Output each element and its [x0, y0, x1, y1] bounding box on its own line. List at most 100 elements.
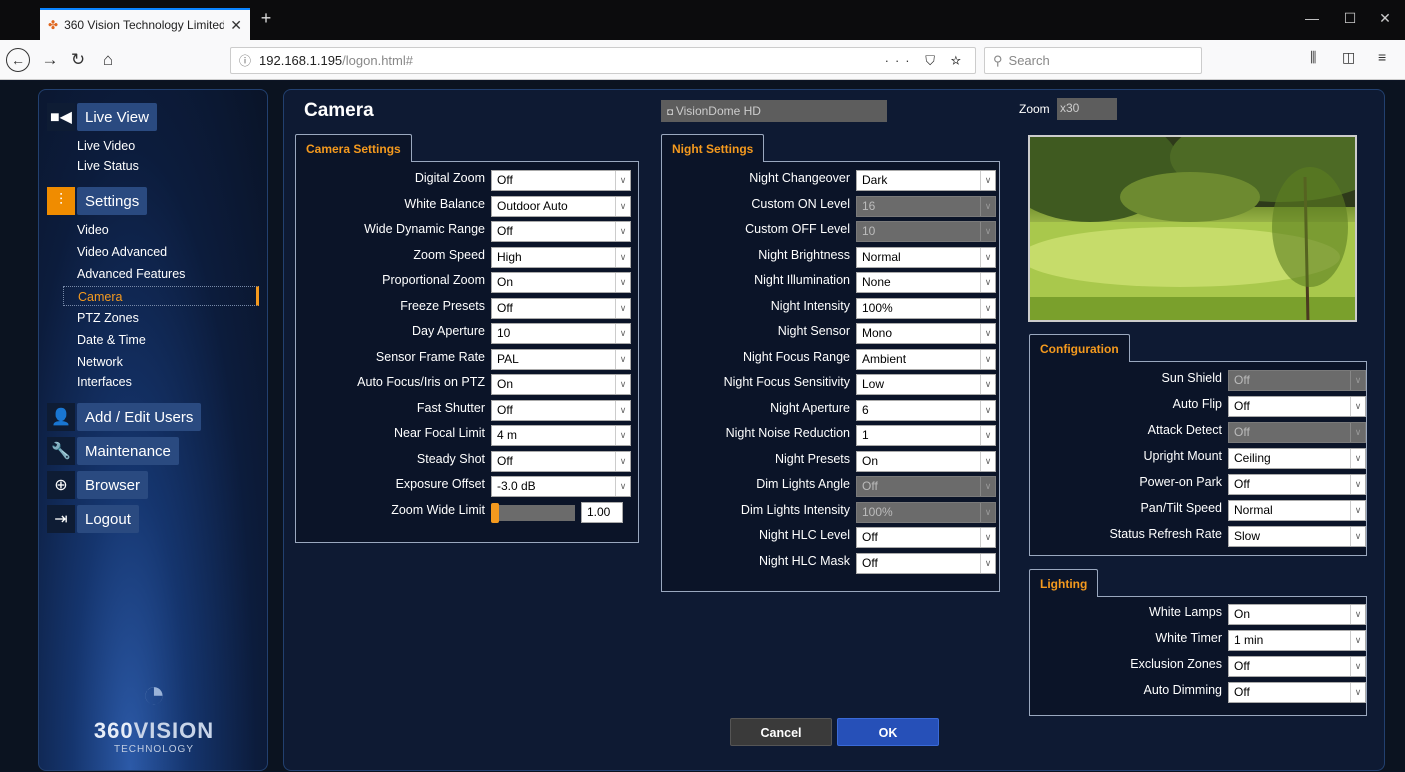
auto-flip-select[interactable]: Off ∨	[1228, 396, 1366, 417]
night-changeover-select[interactable]: Dark ∨	[856, 170, 996, 191]
library-icon[interactable]: ⫼	[1310, 49, 1316, 66]
nav-label: Live View	[77, 103, 157, 131]
cancel-button[interactable]: Cancel	[730, 718, 832, 746]
night-focus-range-select[interactable]: Ambient ∨	[856, 348, 996, 370]
nav-maintenance[interactable]: 🔧 Maintenance	[47, 436, 179, 466]
night-hlc-level-label: Night HLC Level	[758, 528, 850, 542]
logout-icon: ⇥	[47, 505, 75, 533]
select-value: 1 min	[1234, 633, 1264, 647]
nav-settings[interactable]: ⫶ Settings	[47, 186, 148, 216]
auto-focus-iris-on-ptz-select[interactable]: On ∨	[491, 374, 631, 395]
wide-dynamic-range-select[interactable]: Off ∨	[491, 221, 631, 242]
night-intensity-select[interactable]: 100% ∨	[856, 297, 996, 319]
tab-configuration[interactable]: Configuration	[1029, 334, 1130, 362]
zoom-wide-limit-slider[interactable]	[491, 502, 575, 523]
back-icon[interactable]: ←	[6, 48, 30, 72]
night-presets-select[interactable]: On ∨	[856, 450, 996, 472]
select-value: On	[497, 377, 514, 391]
sidebar-item-advanced-features[interactable]: Advanced Features	[77, 264, 185, 284]
tab-lighting[interactable]: Lighting	[1029, 569, 1099, 597]
form-row: Exclusion Zones Off ∨	[1030, 654, 1366, 678]
forward-icon[interactable]: →	[38, 48, 62, 72]
nav-live-view[interactable]: ■◀ Live View	[47, 102, 157, 132]
tab-night-settings[interactable]: Night Settings	[661, 134, 765, 162]
night-hlc-mask-select[interactable]: Off ∨	[856, 552, 996, 574]
select-value: On	[862, 453, 879, 468]
night-hlc-level-select[interactable]: Off ∨	[856, 527, 996, 548]
maximize-icon[interactable]: ☐	[1335, 10, 1365, 27]
select-value: None	[862, 275, 891, 289]
sun-shield-select: Off ∨	[1228, 370, 1366, 391]
sidebar-item-camera[interactable]: Camera	[63, 286, 259, 306]
exclusion-zones-select[interactable]: Off ∨	[1228, 656, 1366, 677]
power-on-park-select[interactable]: Off ∨	[1228, 474, 1366, 495]
reload-icon[interactable]: ↻	[66, 48, 90, 72]
zoom-wide-limit-value[interactable]: 1.00	[581, 501, 623, 523]
pan-tilt-speed-label: Pan/Tilt Speed	[1140, 501, 1222, 515]
status-refresh-rate-select[interactable]: Slow ∨	[1228, 526, 1366, 547]
white-timer-select[interactable]: 1 min ∨	[1228, 630, 1366, 651]
proportional-zoom-select[interactable]: On ∨	[491, 272, 631, 293]
sidebar-item-live-video[interactable]: Live Video	[77, 136, 135, 156]
sidebar-item-live-status[interactable]: Live Status	[77, 156, 139, 176]
night-aperture-label: Night Aperture	[770, 400, 850, 415]
home-icon[interactable]: ⌂	[96, 48, 120, 72]
fast-shutter-select[interactable]: Off ∨	[491, 399, 631, 421]
night-illumination-select[interactable]: None ∨	[856, 272, 996, 293]
sidebar-item-video[interactable]: Video	[77, 220, 109, 240]
near-focal-limit-select[interactable]: 4 m ∨	[491, 425, 631, 446]
white-balance-label: White Balance	[404, 196, 485, 211]
tab-camera-settings[interactable]: Camera Settings	[295, 134, 412, 162]
nav-add-edit-users[interactable]: 👤 Add / Edit Users	[47, 402, 202, 432]
custom-off-level-select: 10 ∨	[856, 221, 996, 242]
form-row: Night Sensor Mono ∨	[662, 321, 999, 345]
select-value: Off	[497, 402, 513, 417]
close-tab-icon[interactable]: ✕	[230, 17, 242, 34]
night-focus-sensitivity-select[interactable]: Low ∨	[856, 374, 996, 395]
pan-tilt-speed-select[interactable]: Normal ∨	[1228, 500, 1366, 521]
digital-zoom-select[interactable]: Off ∨	[491, 170, 631, 191]
close-window-icon[interactable]: ✕	[1370, 10, 1400, 27]
ok-button[interactable]: OK	[837, 718, 939, 746]
upright-mount-select[interactable]: Ceiling ∨	[1228, 448, 1366, 469]
form-row: Wide Dynamic Range Off ∨	[296, 219, 638, 243]
chevron-down-icon: ∨	[980, 196, 995, 216]
chevron-down-icon: ∨	[1350, 449, 1365, 468]
night-aperture-select[interactable]: 6 ∨	[856, 399, 996, 421]
sidebar-item-video-advanced[interactable]: Video Advanced	[77, 242, 167, 262]
sidebar-item-date-time[interactable]: Date & Time	[77, 330, 146, 350]
sidebar-item-network[interactable]: Network	[77, 352, 123, 372]
search-input[interactable]: ⚲ Search	[984, 47, 1202, 74]
nav-browser[interactable]: ⊕ Browser	[47, 470, 149, 500]
white-balance-select[interactable]: Outdoor Auto ∨	[491, 195, 631, 217]
auto-dimming-select[interactable]: Off ∨	[1228, 682, 1366, 703]
info-icon[interactable]: ⓘ	[239, 52, 251, 69]
browser-tab[interactable]: ✤ 360 Vision Technology Limited ✕	[40, 8, 250, 40]
night-sensor-select[interactable]: Mono ∨	[856, 323, 996, 344]
slider-handle[interactable]	[491, 502, 499, 523]
minimize-icon[interactable]: —	[1297, 10, 1327, 26]
page-actions-icon[interactable]: ··· ⛉ ☆	[885, 53, 967, 69]
url-bar[interactable]: ⓘ 192.168.1.195/logon.html# ··· ⛉ ☆	[230, 47, 976, 74]
new-tab-icon[interactable]: +	[256, 8, 276, 29]
chevron-down-icon: ∨	[615, 222, 630, 241]
sidebar-item-ptz-zones[interactable]: PTZ Zones	[77, 308, 139, 328]
freeze-presets-select[interactable]: Off ∨	[491, 297, 631, 319]
night-noise-reduction-select[interactable]: 1 ∨	[856, 425, 996, 446]
zoom-speed-select[interactable]: High ∨	[491, 246, 631, 268]
sidebar-item-interfaces[interactable]: Interfaces	[77, 372, 132, 392]
day-aperture-select[interactable]: 10 ∨	[491, 323, 631, 344]
night-noise-reduction-label: Night Noise Reduction	[725, 426, 850, 440]
nav-logout[interactable]: ⇥ Logout	[47, 504, 139, 534]
steady-shot-select[interactable]: Off ∨	[491, 450, 631, 472]
night-presets-label: Night Presets	[774, 451, 850, 466]
white-lamps-select[interactable]: On ∨	[1228, 604, 1366, 625]
zoom-label: Zoom	[1019, 102, 1050, 116]
select-value: -3.0 dB	[497, 479, 536, 493]
sidebar-toggle-icon[interactable]: ◫	[1342, 49, 1355, 66]
sensor-frame-rate-select[interactable]: PAL ∨	[491, 348, 631, 370]
exposure-offset-select[interactable]: -3.0 dB ∨	[491, 476, 631, 497]
night-brightness-select[interactable]: Normal ∨	[856, 246, 996, 268]
menu-icon[interactable]: ≡	[1378, 49, 1386, 65]
favicon-icon: ✤	[48, 18, 59, 32]
